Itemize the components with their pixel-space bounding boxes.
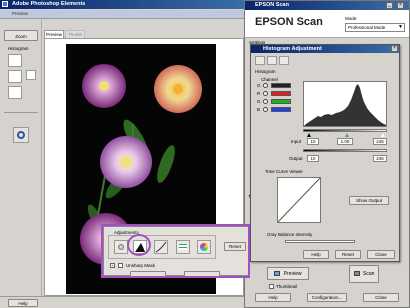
show-output-button[interactable]: Show Output <box>349 196 389 205</box>
epson-minimize-button[interactable]: _ <box>386 2 393 9</box>
tone-curve-svg <box>277 177 321 223</box>
histogram-label: Histogram <box>255 69 276 74</box>
histogram-title-bar: Histogram Adjustment <box>251 45 399 53</box>
histogram-button-highlight-circle <box>127 234 151 256</box>
input-white-field[interactable]: 245 <box>373 138 387 145</box>
hist-reset-button[interactable]: Reset <box>335 250 361 259</box>
channel-swatch-red <box>271 91 291 96</box>
channel-letter-green: G <box>257 99 261 104</box>
pse-title: Adobe Photoshop Elements <box>12 1 86 7</box>
pse-hist-tool-1[interactable] <box>8 54 22 67</box>
pse-preview-label: Preview <box>12 11 29 16</box>
input-slider-track[interactable] <box>303 129 387 132</box>
epson-preview-button[interactable]: Preview <box>267 267 309 280</box>
input-slider-black-thumb[interactable] <box>307 133 311 137</box>
hist-toolbar-btn-3[interactable] <box>279 56 289 65</box>
hist-help-button[interactable]: Help <box>303 250 329 259</box>
tone-curve-graph <box>277 177 321 223</box>
pse-help-button[interactable]: Help <box>8 299 38 307</box>
channel-swatch-gray <box>271 83 291 88</box>
histogram-graph <box>303 81 387 127</box>
epson-close-bottom-button[interactable]: Close <box>363 293 399 302</box>
pse-hist-tool-2[interactable] <box>8 70 22 83</box>
gray-balance-label: Gray Balance Intensity <box>267 232 313 237</box>
epson-title-bar: EPSON Scan <box>245 1 409 10</box>
histogram-dialog: Histogram Adjustment × Histogram Channel… <box>250 44 400 262</box>
pse-tool-column: Zoom Histogram <box>0 20 42 296</box>
epson-scan-button[interactable]: Scan <box>349 265 379 283</box>
channel-radio-red[interactable] <box>263 91 268 96</box>
pse-histogram-label: Histogram <box>8 46 29 51</box>
channel-radio-blue[interactable] <box>263 107 268 112</box>
pse-tab-preview[interactable]: Preview <box>44 30 64 38</box>
output-slider-track[interactable] <box>303 149 387 152</box>
pse-app-icon <box>2 1 8 7</box>
pse-magnifier-tool[interactable] <box>13 127 29 143</box>
hist-toolbar-btn-2[interactable] <box>267 56 277 65</box>
magnifier-icon <box>17 131 25 139</box>
input-gamma-field[interactable]: 1.00 <box>337 138 353 145</box>
preview-icon <box>274 271 281 277</box>
flower-top-right <box>154 65 202 113</box>
epson-help-button[interactable]: Help <box>255 293 291 302</box>
gray-balance-slider[interactable] <box>285 240 355 243</box>
pse-status-bar: Help <box>0 296 246 308</box>
output-label: Output <box>289 156 303 161</box>
epson-title: EPSON Scan <box>255 2 289 8</box>
channel-swatch-blue <box>271 107 291 112</box>
scan-icon <box>353 271 360 277</box>
flower-top-left <box>82 64 126 108</box>
channel-letter-red: R <box>257 91 261 96</box>
channel-radio-gray[interactable] <box>263 83 268 88</box>
epson-configuration-button[interactable]: Configuration... <box>307 293 347 302</box>
histogram-graph-svg <box>304 84 386 126</box>
input-black-field[interactable]: 10 <box>307 138 319 145</box>
epson-thumbnail-checkbox[interactable] <box>269 284 274 289</box>
output-white-field[interactable]: 245 <box>373 155 387 162</box>
adjustments-highlight-box <box>101 224 250 278</box>
pse-tool-divider <box>4 112 38 113</box>
channel-letter-blue: B <box>257 107 261 112</box>
channel-swatch-green <box>271 99 291 104</box>
histogram-close-button[interactable]: × <box>391 45 398 52</box>
input-label: Input <box>291 139 302 144</box>
channel-radio-green[interactable] <box>263 99 268 104</box>
hist-toolbar-btn-1[interactable] <box>255 56 265 65</box>
epson-mode-select[interactable]: Professional Mode ▼ <box>345 23 405 32</box>
input-slider-white-thumb[interactable] <box>381 133 385 137</box>
pse-hist-tool-4[interactable] <box>26 70 36 80</box>
output-black-field[interactable]: 10 <box>307 155 319 162</box>
pse-zoom-button[interactable]: Zoom <box>4 30 38 41</box>
hist-close-button[interactable]: Close <box>367 250 395 259</box>
flower-middle <box>100 136 152 188</box>
epson-mode-label: Mode: <box>345 16 358 21</box>
input-slider-gray-thumb[interactable] <box>345 133 349 137</box>
pse-title-bar: Adobe Photoshop Elements <box>0 0 246 9</box>
epson-logo: EPSON Scan <box>255 16 323 28</box>
chevron-down-icon: ▼ <box>398 24 403 30</box>
pse-preview-tab-row: Preview Thumb <box>44 30 244 38</box>
pse-hist-tool-3[interactable] <box>8 86 22 99</box>
epson-thumbnail-label: Thumbnail <box>276 284 298 289</box>
pse-tab-thumbnail[interactable]: Thumb <box>65 30 85 38</box>
channel-letter-gray: G <box>257 83 261 88</box>
epson-header: EPSON Scan Mode: Professional Mode ▼ <box>245 10 409 38</box>
channel-label: Channel <box>261 77 278 82</box>
epson-close-button[interactable]: × <box>397 2 404 9</box>
tone-curve-label: Tone Curve Viewer <box>265 169 303 174</box>
pse-preview-header: Preview <box>0 10 246 19</box>
histogram-title: Histogram Adjustment <box>263 46 322 52</box>
